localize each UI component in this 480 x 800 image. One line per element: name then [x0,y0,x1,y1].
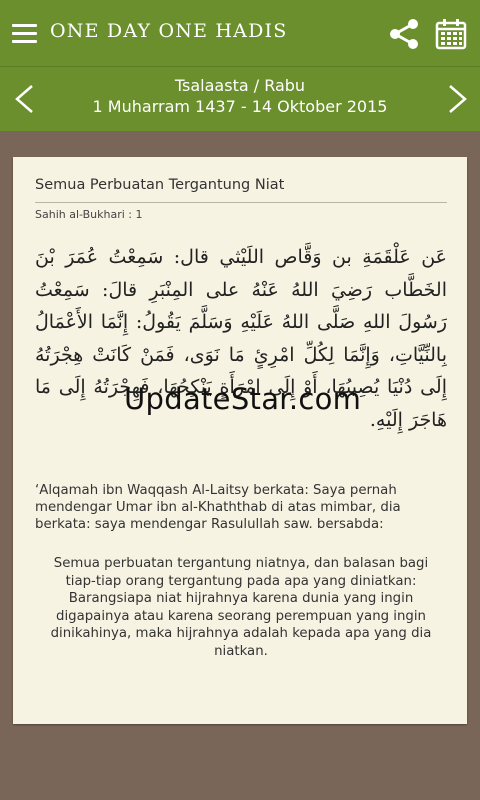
arabic-text: عَن عَلْقَمَةِ بن وَقَّاص اللَيْثي قال: … [35,246,447,431]
translation-intro: ‘Alqamah ibn Waqqash Al-Laitsy berkata: … [35,483,401,532]
hadith-title: Semua Perbuatan Tergantung Niat [35,177,285,193]
share-icon[interactable] [388,18,420,50]
translation-text: Semua perbuatan tergantung niatnya, dan … [50,556,432,659]
date-bar: Tsalaasta / Rabu 1 Muharram 1437 - 14 Ok… [0,66,480,131]
app-title: ONE DAY ONE HADIS [50,20,288,42]
hamburger-menu-icon[interactable] [12,24,37,43]
hadith-source: Sahih al-Bukhari : 1 [35,208,143,221]
watermark: UpdateStar.com [124,382,362,416]
hadith-card: Semua Perbuatan Tergantung Niat Sahih al… [13,157,467,724]
chevron-right-icon[interactable] [444,83,472,115]
chevron-left-icon[interactable] [10,83,38,115]
hijri-day-label: Tsalaasta / Rabu [174,76,306,95]
title-divider [35,202,447,203]
calendar-icon[interactable] [435,18,467,50]
app-bar: ONE DAY ONE HADIS [0,0,480,66]
date-label: 1 Muharram 1437 - 14 Oktober 2015 [92,97,388,116]
